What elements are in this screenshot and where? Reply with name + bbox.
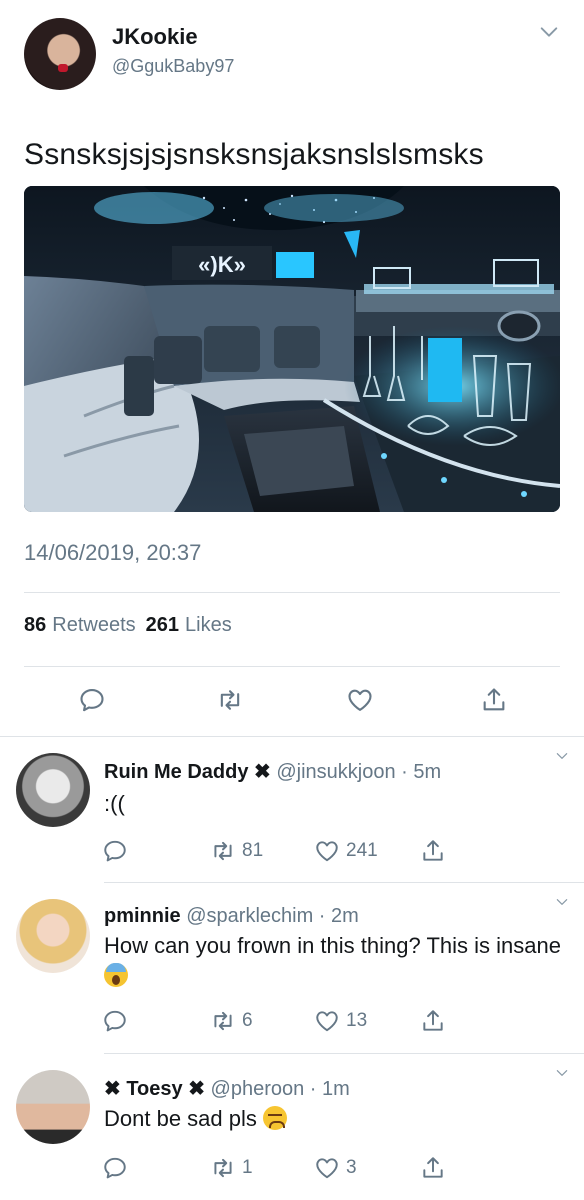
avatar[interactable] (16, 1070, 90, 1144)
reply-tweet[interactable]: pminnie @sparklechim · 2m How can you fr… (0, 883, 584, 1053)
retweets-stat[interactable]: 86 Retweets (24, 614, 136, 637)
name-emoji: ✖ (254, 761, 271, 783)
reply-handle[interactable]: @jinsukkjoon (276, 761, 395, 783)
reply-text: :(( (104, 791, 125, 816)
retweets-count: 86 (24, 614, 47, 636)
retweet-count: 81 (242, 840, 264, 861)
scream-emoji-icon (104, 963, 128, 987)
reply-time: 2m (331, 905, 359, 927)
like-icon (314, 1155, 340, 1181)
reply-text: How can you frown in this thing? This is… (104, 931, 564, 991)
like-icon (314, 1008, 340, 1034)
retweet-icon[interactable] (216, 686, 244, 714)
chevron-down-icon[interactable] (552, 1066, 572, 1080)
user-handle[interactable]: @GgukBaby97 (112, 56, 234, 77)
display-name[interactable]: JKookie (112, 24, 198, 50)
retweet-button[interactable]: 81 (210, 837, 263, 865)
like-icon (314, 838, 340, 864)
divider (24, 666, 560, 667)
share-icon[interactable] (420, 1154, 446, 1182)
reply-text-content: Dont be sad pls (104, 1106, 257, 1131)
likes-label: Likes (185, 614, 232, 636)
main-tweet: JKookie @GgukBaby97 Ssnsksjsjsjsnsksnsja… (0, 0, 584, 736)
like-icon[interactable] (346, 686, 374, 714)
name-emoji: ✖ (188, 1078, 205, 1100)
chevron-down-icon[interactable] (552, 749, 572, 763)
reply-time: 1m (322, 1078, 350, 1100)
likes-count: 261 (145, 614, 179, 636)
divider (24, 592, 560, 593)
share-icon[interactable] (420, 837, 446, 865)
reply-text: Dont be sad pls (104, 1104, 564, 1134)
retweet-button[interactable]: 1 (210, 1154, 253, 1182)
reply-icon[interactable] (102, 837, 128, 865)
retweet-icon (210, 838, 236, 864)
retweet-count: 1 (242, 1157, 253, 1178)
reply-handle[interactable]: @sparklechim (186, 905, 313, 927)
tweet-stats: 86 Retweets 261 Likes (24, 614, 232, 637)
retweets-label: Retweets (52, 614, 136, 636)
chevron-down-icon[interactable] (552, 895, 572, 909)
retweet-icon (210, 1155, 236, 1181)
avatar[interactable] (24, 18, 96, 90)
reply-icon[interactable] (78, 686, 106, 714)
like-count: 3 (346, 1157, 357, 1178)
reply-tweet[interactable]: Ruin Me Daddy ✖ @jinsukkjoon · 5m :(( 81… (0, 737, 584, 882)
reply-header: pminnie @sparklechim · 2m (104, 905, 359, 927)
like-button[interactable]: 3 (314, 1154, 357, 1182)
tweet-image[interactable]: «)K» (24, 186, 560, 512)
tweet-actions (0, 686, 584, 722)
avatar[interactable] (16, 753, 90, 827)
reply-display-name[interactable]: Toesy (126, 1078, 182, 1100)
sad-emoji-icon (263, 1106, 287, 1130)
reply-header: ✖ Toesy ✖ @pheroon · 1m (104, 1078, 350, 1100)
retweet-button[interactable]: 6 (210, 1007, 253, 1035)
reply-handle[interactable]: @pheroon (211, 1078, 305, 1100)
like-button[interactable]: 241 (314, 837, 378, 865)
reply-icon[interactable] (102, 1007, 128, 1035)
chevron-down-icon[interactable] (538, 21, 560, 43)
like-count: 13 (346, 1010, 368, 1031)
avatar[interactable] (16, 899, 90, 973)
reply-time: 5m (413, 761, 442, 783)
share-icon[interactable] (480, 686, 508, 714)
reply-text-content: How can you frown in this thing? This is… (104, 933, 561, 958)
reply-header: Ruin Me Daddy ✖ @jinsukkjoon · 5m (104, 761, 442, 783)
share-icon[interactable] (420, 1007, 446, 1035)
tweet-text: Ssnsksjsjsjsnsksnsjaksnslslsmsks (24, 138, 484, 171)
image-sign: «)K» (198, 252, 246, 277)
reply-icon[interactable] (102, 1154, 128, 1182)
reply-tweet[interactable]: ✖ Toesy ✖ @pheroon · 1m Dont be sad pls … (0, 1054, 584, 1200)
retweet-count: 6 (242, 1010, 253, 1031)
likes-stat[interactable]: 261 Likes (146, 614, 232, 637)
reply-display-name[interactable]: pminnie (104, 905, 181, 927)
reply-display-name[interactable]: Ruin Me Daddy (104, 761, 248, 783)
like-count: 241 (346, 840, 378, 861)
retweet-icon (210, 1008, 236, 1034)
like-button[interactable]: 13 (314, 1007, 367, 1035)
name-emoji: ✖ (104, 1078, 121, 1100)
tweet-timestamp: 14/06/2019, 20:37 (24, 540, 202, 565)
